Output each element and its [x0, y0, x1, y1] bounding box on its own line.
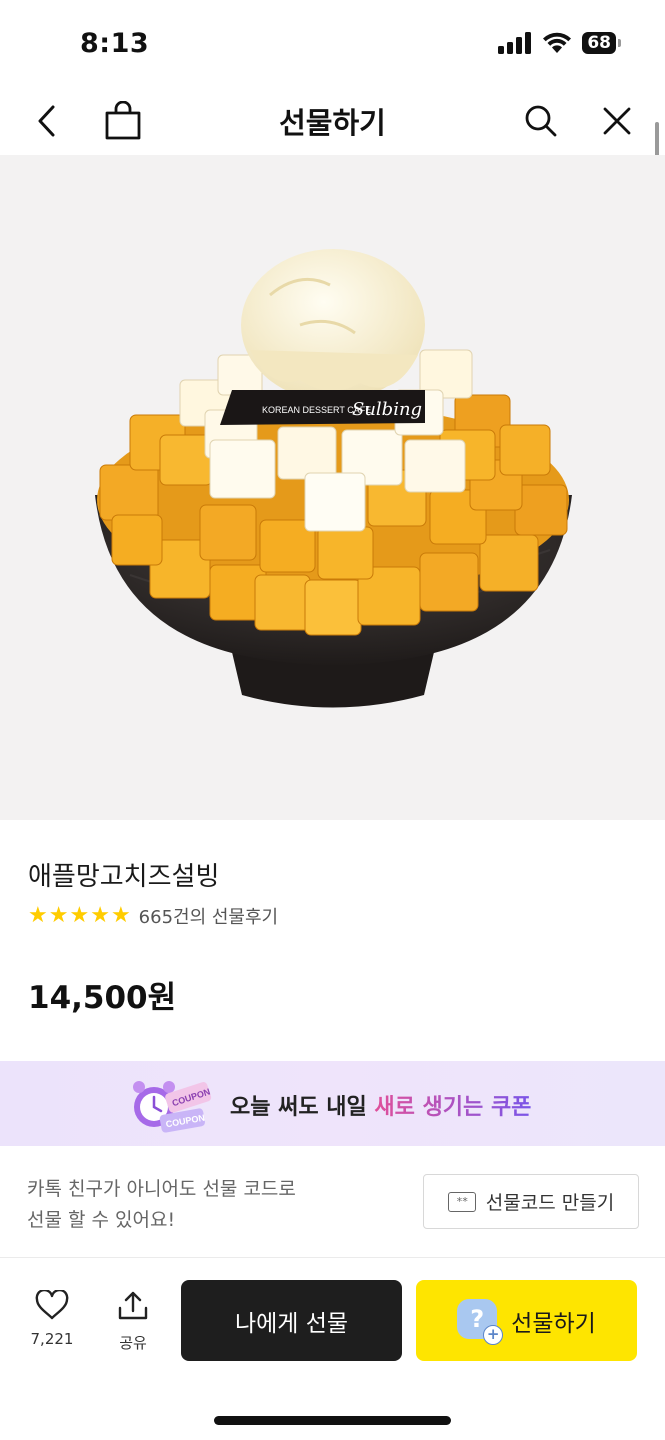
cellular-signal-icon: [498, 32, 532, 54]
coupon-banner-text: 오늘 써도 내일 새로 생기는 쿠폰: [230, 1089, 531, 1121]
status-icons: 68: [498, 32, 621, 54]
wifi-icon: [543, 32, 572, 53]
search-button[interactable]: [516, 96, 566, 146]
brand-tag: KOREAN DESSERT CAFE Sulbing: [220, 390, 425, 425]
like-count: 7,221: [30, 1330, 74, 1348]
share-button[interactable]: 공유: [110, 1290, 156, 1353]
gift-to-self-button[interactable]: 나에게 선물: [181, 1280, 402, 1361]
rating-stars: ★ ★ ★ ★ ★: [28, 904, 131, 928]
coupon-text-highlight: 새로 생기는 쿠폰: [374, 1095, 532, 1120]
gift-code-description: 카톡 친구가 아니어도 선물 코드로 선물 할 수 있어요!: [27, 1174, 327, 1236]
status-bar: 8:13 68: [0, 0, 665, 88]
share-icon: [118, 1291, 148, 1320]
gift-button-label: 선물하기: [511, 1310, 596, 1337]
gift-button[interactable]: ? + 선물하기: [416, 1280, 637, 1361]
heart-icon: [35, 1288, 69, 1320]
home-indicator[interactable]: [214, 1416, 451, 1425]
like-button[interactable]: 7,221: [27, 1288, 77, 1348]
star-icon: ★: [69, 903, 90, 928]
create-gift-code-button[interactable]: ** 선물코드 만들기: [423, 1174, 639, 1229]
create-gift-code-label: 선물코드 만들기: [485, 1192, 615, 1214]
rating-row[interactable]: ★ ★ ★ ★ ★ 665건의 선물후기: [28, 903, 278, 929]
status-time: 8:13: [80, 28, 150, 59]
star-icon: ★: [90, 903, 110, 928]
battery-indicator: 68: [582, 32, 621, 54]
gift-to-self-label: 나에게 선물: [234, 1310, 349, 1337]
product-price: 14,500원: [28, 980, 177, 1016]
share-label: 공유: [119, 1334, 147, 1352]
battery-nub: [618, 39, 621, 47]
gift-code-description-line2: 선물 할 수 있어요!: [27, 1209, 176, 1231]
code-icon: **: [447, 1191, 476, 1212]
gift-code-description-line1: 카톡 친구가 아니어도 선물 코드로: [27, 1178, 296, 1200]
close-button[interactable]: [592, 96, 642, 146]
bingsu-illustration: KOREAN DESSERT CAFE Sulbing: [95, 249, 572, 708]
coupon-alarm-icon: COUPON COUPON: [133, 1081, 211, 1133]
nav-bar: 선물하기: [0, 88, 665, 154]
coupon-text-prefix: 오늘 써도 내일: [230, 1095, 375, 1120]
product-name: 애플망고치즈설빙: [28, 862, 220, 892]
plus-icon: +: [483, 1324, 504, 1345]
svg-text:Sulbing: Sulbing: [352, 399, 422, 420]
review-count[interactable]: 665건의 선물후기: [139, 903, 278, 929]
close-icon: [603, 107, 631, 135]
search-icon: [525, 105, 557, 137]
product-image[interactable]: KOREAN DESSERT CAFE Sulbing: [0, 155, 665, 820]
friend-avatar-icon: ? +: [457, 1298, 504, 1345]
star-icon: ★: [110, 903, 131, 928]
star-icon: ★: [28, 903, 48, 928]
star-icon: ★: [48, 903, 69, 928]
divider: [0, 1257, 665, 1258]
battery-level: 68: [582, 32, 616, 54]
coupon-banner[interactable]: COUPON COUPON 오늘 써도 내일 새로 생기는 쿠폰: [0, 1061, 665, 1146]
